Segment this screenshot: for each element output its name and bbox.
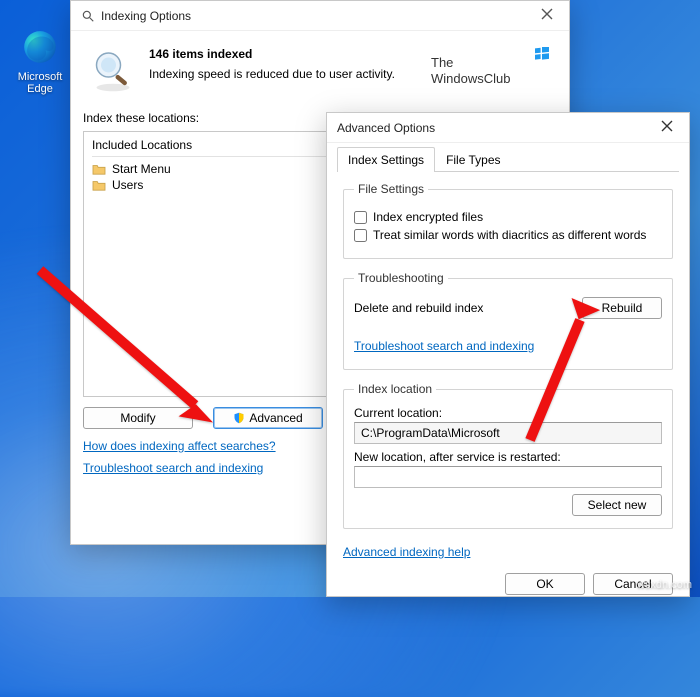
desktop-icon-label: Microsoft Edge (14, 71, 66, 95)
modify-button[interactable]: Modify (83, 407, 193, 429)
current-location-label: Current location: (354, 406, 662, 420)
legend-troubleshooting: Troubleshooting (354, 271, 448, 285)
fieldset-file-settings: File Settings Index encrypted files Trea… (343, 182, 673, 259)
indexing-titlebar[interactable]: Indexing Options (71, 1, 569, 31)
folder-icon (92, 163, 106, 175)
delete-rebuild-label: Delete and rebuild index (354, 301, 483, 315)
checkbox-input[interactable] (354, 211, 367, 224)
watermark: wsxdn.com (637, 579, 692, 591)
advanced-options-dialog: Advanced Options Index Settings File Typ… (326, 112, 690, 597)
legend-index-location: Index location (354, 382, 436, 396)
close-button[interactable] (653, 116, 681, 139)
items-indexed-count: 146 items indexed (149, 47, 419, 61)
ok-button[interactable]: OK (505, 573, 585, 595)
advanced-button[interactable]: Advanced (213, 407, 323, 429)
fieldset-troubleshooting: Troubleshooting Delete and rebuild index… (343, 271, 673, 370)
desktop-icon-edge[interactable]: Microsoft Edge (14, 28, 66, 95)
select-new-button[interactable]: Select new (572, 494, 662, 516)
location-label: Start Menu (112, 162, 171, 176)
new-location-label: New location, after service is restarted… (354, 450, 662, 464)
current-location-field[interactable] (354, 422, 662, 444)
checkbox-diacritics[interactable]: Treat similar words with diacritics as d… (354, 228, 662, 242)
tabs: Index Settings File Types (337, 147, 679, 172)
magnifier-icon (89, 47, 137, 95)
checkbox-index-encrypted[interactable]: Index encrypted files (354, 210, 662, 224)
link-advanced-indexing-help[interactable]: Advanced indexing help (343, 545, 470, 559)
windowsclub-logo: The WindowsClub (431, 47, 551, 87)
advanced-title: Advanced Options (337, 121, 653, 135)
link-troubleshoot-search[interactable]: Troubleshoot search and indexing (354, 339, 534, 353)
indexing-title: Indexing Options (101, 9, 533, 23)
windows-flag-icon (535, 47, 549, 61)
search-options-icon (81, 9, 95, 23)
rebuild-button[interactable]: Rebuild (582, 297, 662, 319)
location-label: Users (112, 178, 143, 192)
uac-shield-icon (233, 412, 245, 424)
new-location-field[interactable] (354, 466, 662, 488)
close-button[interactable] (533, 4, 561, 27)
folder-icon (92, 179, 106, 191)
link-troubleshoot-indexing[interactable]: Troubleshoot search and indexing (83, 461, 263, 475)
tab-index-settings[interactable]: Index Settings (337, 147, 435, 172)
edge-icon (21, 28, 59, 66)
advanced-titlebar[interactable]: Advanced Options (327, 113, 689, 143)
checkbox-input[interactable] (354, 229, 367, 242)
indexing-speed-note: Indexing speed is reduced due to user ac… (149, 67, 419, 81)
tab-file-types[interactable]: File Types (435, 147, 511, 172)
legend-file-settings: File Settings (354, 182, 428, 196)
link-indexing-affect[interactable]: How does indexing affect searches? (83, 439, 276, 453)
close-icon (541, 8, 553, 20)
dialog-footer: OK Cancel (337, 565, 679, 599)
fieldset-index-location: Index location Current location: New loc… (343, 382, 673, 529)
close-icon (661, 120, 673, 132)
